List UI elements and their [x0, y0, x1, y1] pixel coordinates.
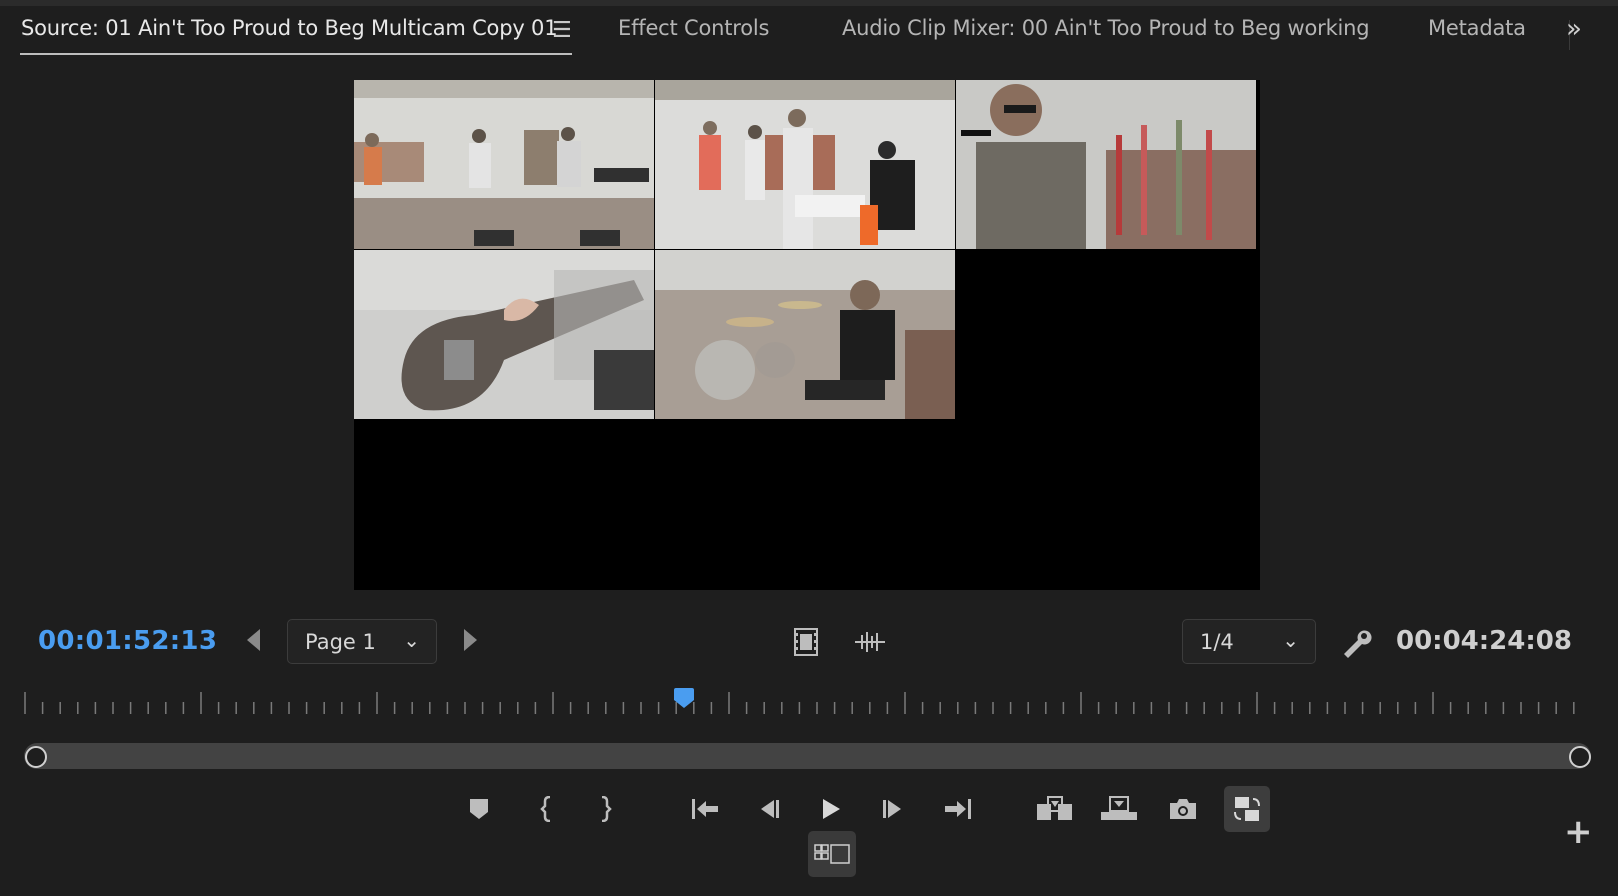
current-timecode[interactable]: 00:01:52:13 [38, 626, 217, 656]
tab-source[interactable]: Source: 01 Ain't Too Proud to Beg Multic… [21, 16, 558, 40]
playhead-marker[interactable] [673, 688, 695, 708]
insert-button[interactable] [1032, 786, 1078, 832]
chevron-down-icon: ⌄ [403, 628, 420, 652]
previous-page-icon[interactable] [247, 629, 260, 651]
page-dropdown[interactable]: Page 1 ⌄ [287, 619, 437, 664]
toggle-multicam-view-button[interactable] [1224, 786, 1270, 832]
wrench-icon[interactable] [1340, 628, 1372, 662]
active-tab-underline [20, 53, 572, 55]
plus-icon[interactable]: + [1564, 812, 1593, 852]
multicam-viewer[interactable] [354, 80, 1260, 590]
mark-in-button[interactable] [524, 786, 570, 832]
next-page-icon[interactable] [464, 629, 477, 651]
film-strip-icon[interactable] [794, 628, 818, 660]
camera-angle-2[interactable] [655, 80, 955, 249]
duration-timecode: 00:04:24:08 [1396, 626, 1572, 656]
zoom-handle-left[interactable] [25, 746, 47, 768]
audio-waveform-icon[interactable] [855, 630, 885, 658]
camera-angle-3[interactable] [956, 80, 1256, 249]
multicam-layout-button[interactable] [808, 831, 856, 877]
step-back-button[interactable] [746, 786, 792, 832]
camera-angle-5[interactable] [655, 250, 955, 419]
camera-icon[interactable] [1160, 786, 1206, 832]
zoom-handle-right[interactable] [1569, 746, 1591, 768]
play-button[interactable] [808, 786, 854, 832]
camera-angle-1[interactable] [354, 80, 654, 249]
page-dropdown-value: Page 1 [305, 630, 376, 654]
camera-angle-4[interactable] [354, 250, 654, 419]
step-forward-button[interactable] [870, 786, 916, 832]
resolution-value: 1/4 [1200, 630, 1234, 654]
panel-tab-bar: Source: 01 Ain't Too Proud to Beg Multic… [0, 0, 1618, 62]
hamburger-icon[interactable]: ☰ [552, 18, 572, 43]
go-to-in-button[interactable] [682, 786, 728, 832]
zoom-scrollbar[interactable] [24, 743, 1591, 769]
go-to-out-button[interactable] [935, 786, 981, 832]
overwrite-button[interactable] [1096, 786, 1142, 832]
tab-effect-controls[interactable]: Effect Controls [618, 16, 769, 40]
chevron-down-icon: ⌄ [1282, 628, 1299, 652]
mark-out-button[interactable] [582, 786, 628, 832]
add-marker-button[interactable] [456, 786, 502, 832]
tab-audio-clip-mixer[interactable]: Audio Clip Mixer: 00 Ain't Too Proud to … [842, 16, 1370, 40]
tab-metadata[interactable]: Metadata [1428, 16, 1526, 40]
time-ruler[interactable] [24, 690, 1589, 716]
playback-resolution-dropdown[interactable]: 1/4 ⌄ [1182, 619, 1316, 664]
double-chevron-right-icon[interactable]: » [1566, 14, 1582, 44]
